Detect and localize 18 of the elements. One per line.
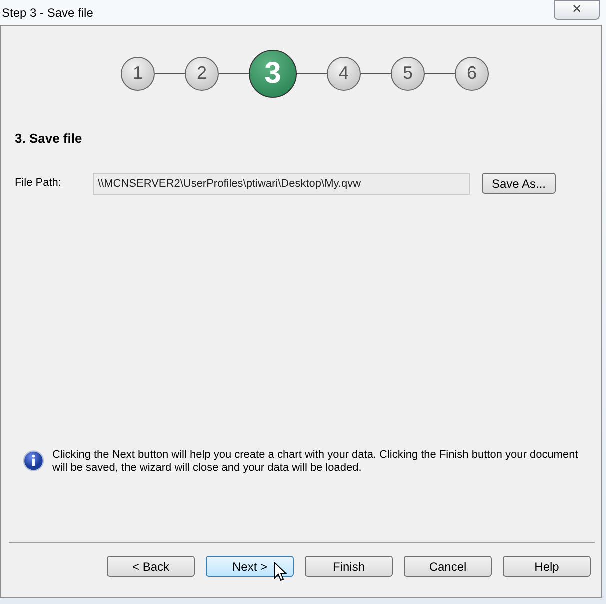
- step-button[interactable]: 2: [185, 56, 219, 90]
- next-button[interactable]: Next >: [206, 556, 294, 577]
- step-button[interactable]: 6: [455, 56, 489, 90]
- help-button[interactable]: Help: [503, 556, 591, 577]
- close-button[interactable]: ×: [554, 0, 600, 20]
- finish-button[interactable]: Finish: [305, 556, 393, 577]
- section-heading: 3. Save file: [15, 130, 84, 148]
- step-button[interactable]: 1: [121, 56, 155, 90]
- window-title: Step 3 - Save file: [2, 4, 94, 22]
- back-button[interactable]: < Back: [107, 556, 195, 577]
- step-button[interactable]: 5: [391, 56, 425, 90]
- save-as-button[interactable]: Save As...: [482, 173, 556, 194]
- info-text: Clicking the Next button will help you create a chart with your data. Clicking the Finish button your document will be saved, the wizard will close and your data will be loaded.: [52, 449, 580, 475]
- file-path-field[interactable]: \\MCNSERVER2\UserProfiles\ptiwari\Desktop\My.qvw: [93, 172, 470, 194]
- cancel-button[interactable]: Cancel: [404, 556, 492, 577]
- cursor-icon: [274, 562, 288, 582]
- field-label: File Path:: [15, 176, 62, 192]
- step-button[interactable]: 4: [327, 56, 361, 90]
